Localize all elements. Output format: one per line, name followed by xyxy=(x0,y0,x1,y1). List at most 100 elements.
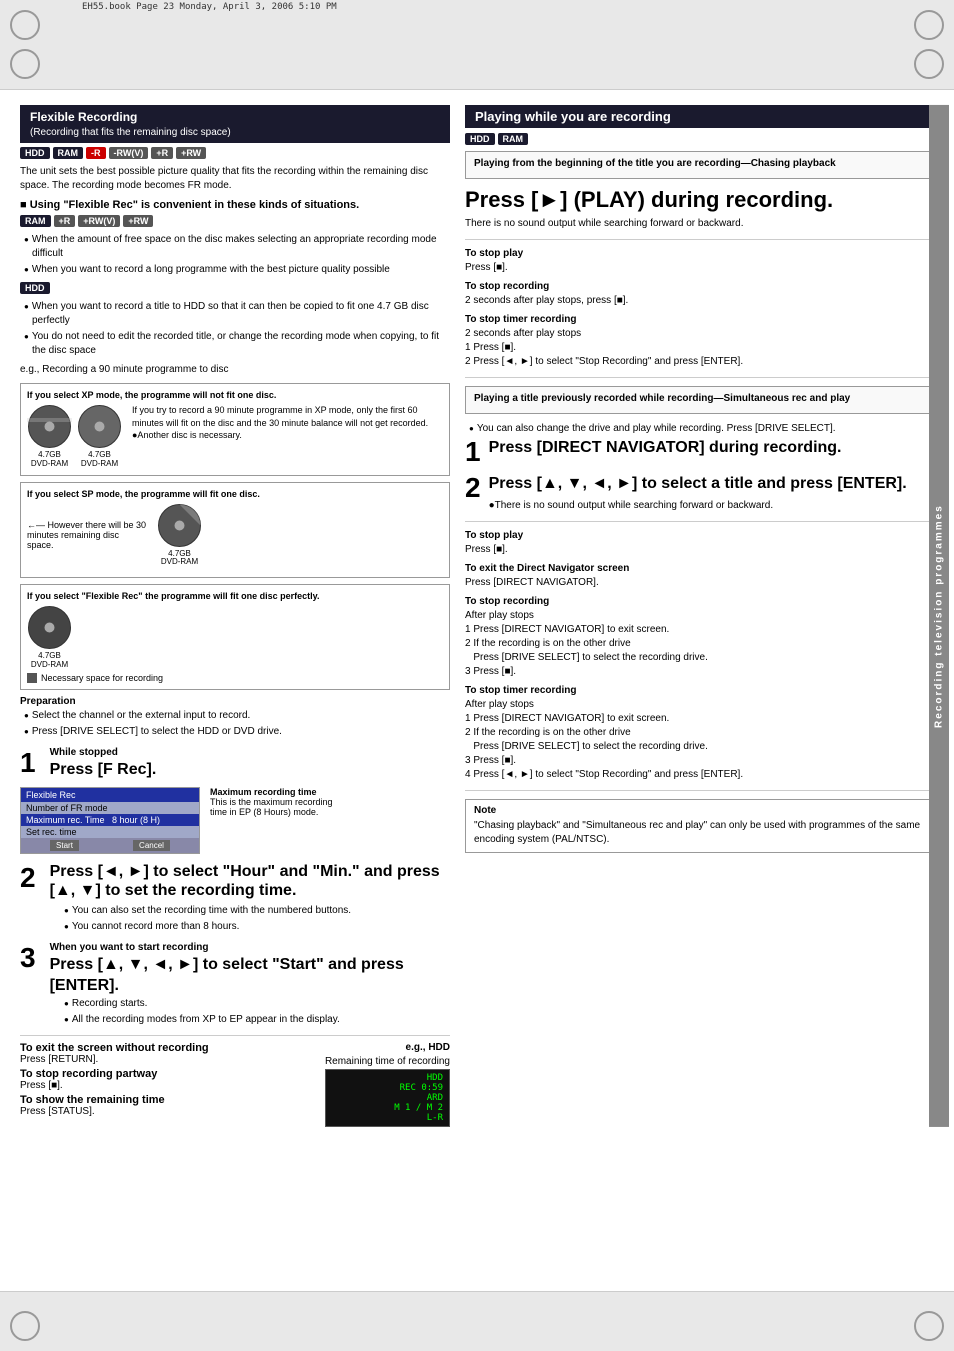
disc-icon-1 xyxy=(27,404,72,449)
corner-decoration-br xyxy=(914,49,944,79)
step3-number: 3 xyxy=(20,942,36,974)
stop-rec-label-2: To stop recording xyxy=(465,596,934,607)
disc-1: 4.7GBDVD-RAM xyxy=(27,404,72,469)
disc-sp-label: 4.7GBDVD-RAM xyxy=(157,550,202,568)
max-rec-sub: This is the maximum recording time in EP… xyxy=(210,797,333,817)
sidebar-label: Recording television programmes xyxy=(929,105,949,1127)
note-box: Note "Chasing playback" and "Simultaneou… xyxy=(465,799,934,853)
frs-footer: Start Cancel xyxy=(21,838,199,853)
disc-2-label: 4.7GBDVD-RAM xyxy=(77,451,122,469)
show-remaining-label-text: To show the remaining time xyxy=(20,1094,165,1106)
exit-label-text: To exit the screen without recording xyxy=(20,1042,209,1054)
stop-timer-text1: 2 seconds after play stops xyxy=(465,327,934,341)
stop-timer-text3: 2 Press [◄, ►] to select "Stop Recording… xyxy=(465,355,934,369)
step1-number: 1 xyxy=(20,747,36,779)
corner-decoration-tr xyxy=(914,10,944,40)
badge-rw-v-2: +RW(V) xyxy=(78,215,120,227)
diagram-sp-arrow-text: ←— However there will be 30 minutes rema… xyxy=(27,520,147,550)
diagram-xp-text: If you try to record a 90 minute program… xyxy=(132,404,443,442)
badge-hdd-2: HDD xyxy=(20,282,50,294)
exit-text: Press [RETURN]. xyxy=(20,1054,209,1065)
step3-label: When you want to start recording xyxy=(50,942,450,953)
remaining-label: Remaining time of recording xyxy=(325,1056,450,1067)
stop-play-text-2: Press [■]. xyxy=(465,543,934,557)
corner-decoration-tl xyxy=(10,10,40,40)
bottom-section: To exit the screen without recording Pre… xyxy=(20,1035,450,1127)
step2-press: Press [◄, ►] to select "Hour" and "Min."… xyxy=(50,862,450,900)
bottom-left-texts: To exit the screen without recording Pre… xyxy=(20,1042,209,1117)
chasing-playback-box: Playing from the beginning of the title … xyxy=(465,151,934,179)
ns-box-icon xyxy=(27,673,37,683)
bullet-long-prog: When you want to record a long programme… xyxy=(20,263,450,277)
chasing-playback-title: Playing from the beginning of the title … xyxy=(474,158,925,169)
exit-label: To exit the screen without recording xyxy=(20,1042,209,1054)
diagram-sp-title: If you select SP mode, the programme wil… xyxy=(27,489,443,499)
badge-hdd: HDD xyxy=(20,147,50,159)
stop-timer-label-1: To stop timer recording xyxy=(465,314,934,325)
intro-text: The unit sets the best possible picture … xyxy=(20,165,450,193)
right-step2: 2 Press [▲, ▼, ◄, ►] to select a title a… xyxy=(465,474,934,513)
left-column: Flexible Recording (Recording that fits … xyxy=(20,105,450,1127)
stop-play-label-1: To stop play xyxy=(465,248,934,259)
badge-plus-r-2: +R xyxy=(54,215,76,227)
divider-1 xyxy=(465,239,934,240)
diagram-xp-title: If you select XP mode, the programme wil… xyxy=(27,390,443,400)
simultaneous-title: Playing a title previously recorded whil… xyxy=(474,393,925,404)
right-step1-content: Press [DIRECT NAVIGATOR] during recordin… xyxy=(489,438,934,459)
chasing-note: There is no sound output while searching… xyxy=(465,217,934,231)
bottom-bar xyxy=(0,1291,954,1351)
using-badges: RAM +R +RW(V) +RW xyxy=(20,215,450,227)
step2-number: 2 xyxy=(20,862,36,894)
step2-content: Press [◄, ►] to select "Hour" and "Min."… xyxy=(50,862,450,904)
bullet-free-space: When the amount of free space on the dis… xyxy=(20,233,450,261)
eg-hdd-label: e.g., HDD xyxy=(325,1042,450,1053)
divider-4 xyxy=(465,790,934,791)
bottom-corner-r xyxy=(914,1311,944,1341)
main-content: Flexible Recording (Recording that fits … xyxy=(0,90,954,1142)
stop-play-text-1: Press [■]. xyxy=(465,261,934,275)
disc-flex-label: 4.7GBDVD-RAM xyxy=(27,652,72,670)
diagram-xp-text2: ●Another disc is necessary. xyxy=(132,430,242,440)
frs-btn-start[interactable]: Start xyxy=(50,840,79,851)
frs-row1: Number of FR mode xyxy=(21,802,199,814)
right-badges: HDD RAM xyxy=(465,133,934,145)
badge-ram-2: RAM xyxy=(20,215,51,227)
disc-group-xp: 4.7GBDVD-RAM 4.7GBDVD-RAM xyxy=(27,404,122,469)
badge-rw-v: -RW(V) xyxy=(109,147,149,159)
step3-bullet2: All the recording modes from XP to EP ap… xyxy=(60,1013,450,1027)
right-step1: 1 Press [DIRECT NAVIGATOR] during record… xyxy=(465,438,934,466)
preparation-section: Preparation Select the channel or the ex… xyxy=(20,696,450,739)
diagram-flex-title: If you select "Flexible Rec" the program… xyxy=(27,591,443,601)
disc-type-badges: HDD RAM -R -RW(V) +R +RW xyxy=(20,147,450,159)
hdd-badge-row: HDD xyxy=(20,282,450,294)
simultaneous-box: Playing a title previously recorded whil… xyxy=(465,386,934,414)
corner-decoration-bl xyxy=(10,49,40,79)
stop-rec-after: After play stops xyxy=(465,609,934,623)
disc-sp: 4.7GBDVD-RAM xyxy=(157,503,202,568)
flexible-recording-title: Flexible Recording xyxy=(30,110,137,124)
right-step1-num: 1 xyxy=(465,438,481,466)
stop-play-label-2: To stop play xyxy=(465,530,934,541)
prep-bullet2: Press [DRIVE SELECT] to select the HDD o… xyxy=(20,725,450,739)
right-step2-text: Press [▲, ▼, ◄, ►] to select a title and… xyxy=(489,474,934,495)
frs-btn-cancel[interactable]: Cancel xyxy=(133,840,170,851)
stop-timer-steps: 1 Press [DIRECT NAVIGATOR] to exit scree… xyxy=(465,712,934,782)
right-badge-hdd: HDD xyxy=(465,133,495,145)
step1-press: Press [F Rec]. xyxy=(50,760,157,779)
eg-text: e.g., Recording a 90 minute programme to… xyxy=(20,363,450,377)
right-step2-bullet: ●There is no sound output while searchin… xyxy=(489,499,934,513)
stop-timer-after: After play stops xyxy=(465,698,934,712)
stop-rec-text-1: 2 seconds after play stops, press [■]. xyxy=(465,294,934,308)
right-badge-ram: RAM xyxy=(498,133,529,145)
badge-plus-rw-2: +RW xyxy=(123,215,153,227)
diagram-flex: If you select "Flexible Rec" the program… xyxy=(20,584,450,690)
press-play-text: Press [►] (PLAY) during recording. xyxy=(465,187,934,213)
step1-container: 1 While stopped Press [F Rec]. Flexible … xyxy=(20,747,450,854)
right-step2-num: 2 xyxy=(465,474,481,502)
hdd-display: HDDREC 0:59ARDM 1 / M 2L-R xyxy=(325,1069,450,1127)
badge-r: -R xyxy=(86,147,106,159)
step1-content: While stopped Press [F Rec]. xyxy=(50,747,157,783)
using-heading: ■ Using "Flexible Rec" is convenient in … xyxy=(20,199,450,211)
badge-plus-rw: +RW xyxy=(176,147,206,159)
disc-1-label: 4.7GBDVD-RAM xyxy=(27,451,72,469)
